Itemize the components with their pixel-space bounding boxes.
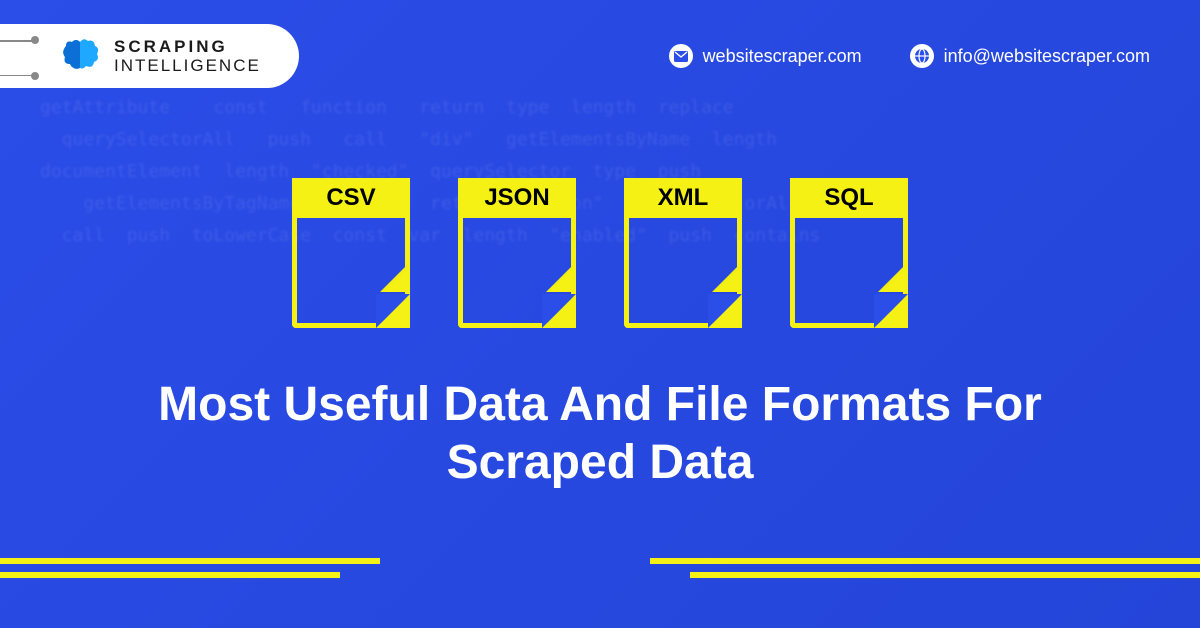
connector-decoration (0, 36, 45, 80)
globe-icon (910, 44, 934, 68)
file-xml-icon: XML (624, 178, 742, 328)
email-icon (669, 44, 693, 68)
file-label: CSV (292, 178, 410, 218)
brand-text: SCRAPING INTELLIGENCE (114, 38, 261, 74)
file-sql-icon: SQL (790, 178, 908, 328)
logo-badge: SCRAPING INTELLIGENCE (0, 24, 299, 88)
brand-icon (60, 38, 102, 74)
email-text: info@websitescraper.com (944, 46, 1150, 67)
header: SCRAPING INTELLIGENCE websitescraper.com… (0, 0, 1200, 88)
file-label: XML (624, 178, 742, 218)
file-label: JSON (458, 178, 576, 218)
brand-line1: SCRAPING (114, 38, 261, 55)
file-label: SQL (790, 178, 908, 218)
website-text: websitescraper.com (703, 46, 862, 67)
brand-line2: INTELLIGENCE (114, 57, 261, 74)
file-csv-icon: CSV (292, 178, 410, 328)
headline: Most Useful Data And File Formats For Sc… (0, 376, 1200, 491)
website-link[interactable]: websitescraper.com (669, 44, 862, 68)
contact-bar: websitescraper.com info@websitescraper.c… (669, 44, 1150, 68)
file-json-icon: JSON (458, 178, 576, 328)
email-link[interactable]: info@websitescraper.com (910, 44, 1150, 68)
file-format-row: CSV JSON XML SQL (0, 178, 1200, 328)
